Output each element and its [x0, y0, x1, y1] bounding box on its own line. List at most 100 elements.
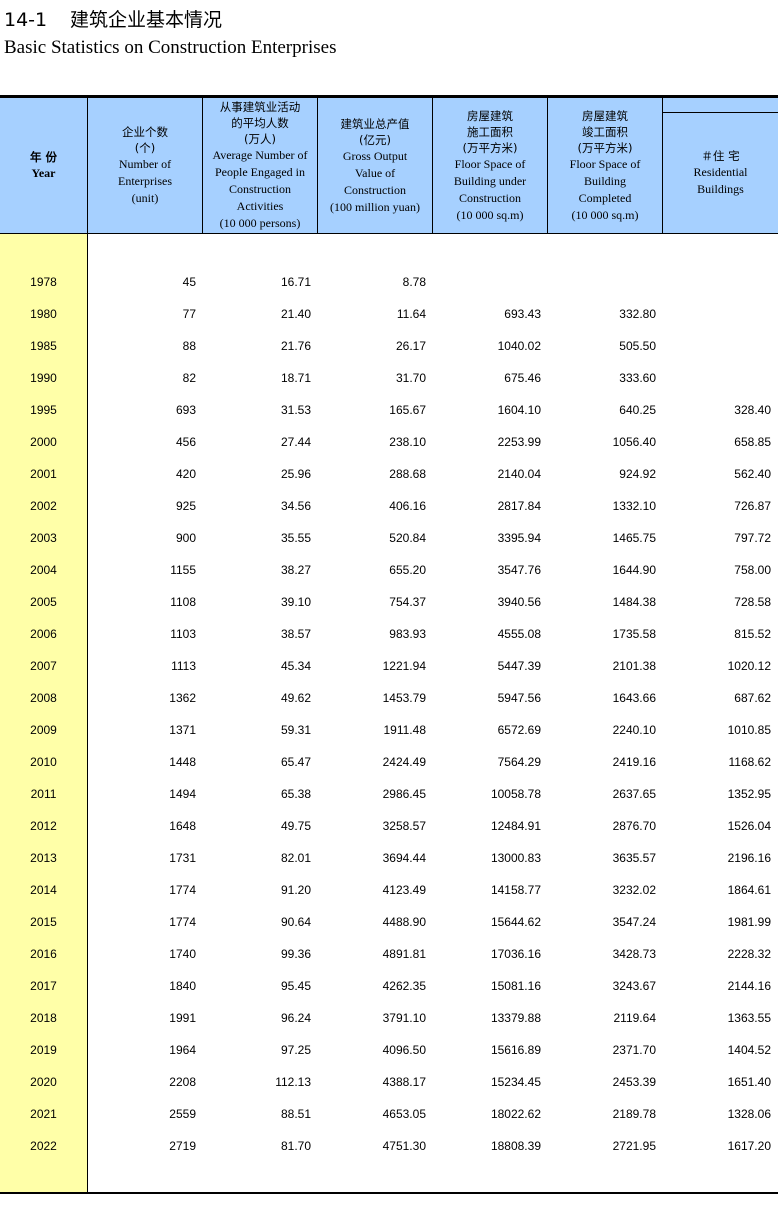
value-cell: 95.45	[280, 979, 311, 993]
value-cell: 1103	[170, 627, 196, 641]
value-cell: 2371.70	[612, 1043, 656, 1057]
header-cn-line: (个)	[134, 141, 156, 155]
table-row: 2016 1740 99.36 4891.81 17036.16 3428.73 2228.…	[0, 938, 778, 970]
table-row: 2015 1774 90.64 4488.90 15644.62 3547.24 1981.…	[0, 906, 778, 938]
value-cell: 1651.40	[727, 1075, 771, 1089]
value-cell: 2719	[169, 1139, 196, 1153]
year-cell: 2009	[30, 723, 57, 737]
table-row: 2018 1991 96.24 3791.10 13379.88 2119.64 1363.…	[0, 1002, 778, 1034]
value-cell: 758.00	[734, 563, 771, 577]
value-cell: 90.64	[280, 915, 311, 929]
value-cell: 4653.05	[382, 1107, 426, 1121]
value-cell: 26.17	[395, 339, 426, 353]
value-cell: 925	[175, 499, 196, 513]
value-cell: 4096.50	[382, 1043, 426, 1057]
value-cell: 1056.40	[612, 435, 656, 449]
header-en-line: (10 000 persons)	[219, 216, 301, 230]
value-cell: 726.87	[734, 499, 771, 513]
table-row: 2000 456 27.44 238.10 2253.99 1056.40 658.85	[0, 426, 778, 458]
header-cn-line: 竣工面积	[582, 124, 628, 139]
header-cn-line: (万平方米)	[577, 140, 633, 155]
value-cell: 1494	[169, 787, 196, 801]
value-cell: 34.56	[280, 499, 311, 513]
value-cell: 59.31	[280, 723, 311, 737]
year-cell: 2002	[30, 499, 57, 513]
value-cell: 238.10	[389, 435, 426, 449]
value-cell: 1010.85	[727, 723, 771, 737]
table-row: 2014 1774 91.20 4123.49 14158.77 3232.02 1864.…	[0, 874, 778, 906]
value-cell: 2637.65	[612, 787, 656, 801]
header-en-line: Floor Space of	[569, 156, 641, 171]
value-cell: 5447.39	[497, 659, 541, 673]
value-cell: 924.92	[619, 467, 656, 481]
value-cell: 7564.29	[497, 755, 541, 769]
table-row: 1980 77 21.40 11.64 693.43 332.80	[0, 298, 778, 330]
value-cell: 3635.57	[612, 851, 656, 865]
value-cell: 17036.16	[490, 947, 541, 961]
value-cell: 1448	[169, 755, 196, 769]
table-row: 2008 1362 49.62 1453.79 5947.56 1643.66 687.62	[0, 682, 778, 714]
year-cell: 2000	[30, 435, 57, 449]
value-cell: 3547.76	[497, 563, 541, 577]
header-cn-line: 从事建筑业活动	[219, 100, 301, 114]
value-cell: 27.44	[280, 435, 311, 449]
value-cell: 18808.39	[490, 1139, 541, 1153]
value-cell: 15081.16	[490, 979, 541, 993]
year-cell: 2016	[30, 947, 57, 961]
value-cell: 1643.66	[612, 691, 656, 705]
value-cell: 91.20	[280, 883, 311, 897]
header-en-line: Average Number of	[212, 148, 308, 162]
header-en-line: (10 000 sq.m)	[571, 207, 639, 222]
value-cell: 2721.95	[612, 1139, 656, 1153]
header-cn-line: (亿元)	[359, 132, 391, 147]
header-completed: 房屋建筑 竣工面积 (万平方米) Floor Space of Building Comp…	[548, 98, 663, 233]
value-cell: 2119.64	[613, 1011, 657, 1025]
header-cn-line: 房屋建筑	[582, 108, 628, 123]
value-cell: 1864.61	[727, 883, 771, 897]
value-cell	[663, 266, 771, 298]
value-cell: 112.13	[275, 1075, 311, 1089]
year-cell: 2001	[30, 467, 57, 481]
value-cell: 2140.04	[497, 467, 541, 481]
year-cell: 2017	[30, 979, 57, 993]
table-row: 2022 2719 81.70 4751.30 18808.39 2721.95 1617.…	[0, 1130, 778, 1162]
value-cell: 4751.30	[382, 1139, 426, 1153]
value-cell: 900	[175, 531, 196, 545]
value-cell: 2196.16	[727, 851, 771, 865]
table-bottom-rule	[0, 1192, 778, 1194]
table-number: 14-1	[4, 9, 48, 31]
value-cell: 1731	[169, 851, 196, 865]
value-cell: 1617.20	[727, 1139, 771, 1153]
year-cell: 2022	[30, 1139, 57, 1153]
value-cell: 2144.16	[727, 979, 771, 993]
value-cell: 406.16	[389, 499, 426, 513]
header-cell: 房屋建筑 施工面积 (万平方米) Floor Space of Building und…	[433, 98, 547, 233]
year-cell: 1990	[30, 371, 57, 385]
value-cell: 288.68	[389, 467, 426, 481]
value-cell: 520.84	[389, 531, 426, 545]
value-cell: 2424.49	[382, 755, 426, 769]
table-row: 2017 1840 95.45 4262.35 15081.16 3243.67 2144.…	[0, 970, 778, 1002]
value-cell: 1404.52	[727, 1043, 771, 1057]
table-row: 2021 2559 88.51 4653.05 18022.62 2189.78 1328.…	[0, 1098, 778, 1130]
value-cell: 1332.10	[612, 499, 656, 513]
value-cell: 2817.84	[497, 499, 541, 513]
value-cell: 1644.90	[612, 563, 656, 577]
residential-subheader-box	[662, 112, 778, 233]
value-cell: 82	[182, 371, 196, 385]
value-cell: 31.70	[395, 371, 426, 385]
value-cell: 797.72	[734, 531, 771, 545]
page-title-cn: 14-1 建筑企业基本情况	[4, 5, 222, 32]
table-row: 2003 900 35.55 520.84 3395.94 1465.75 797.72	[0, 522, 778, 554]
header-en-line: (100 million yuan)	[330, 199, 420, 214]
value-cell: 2240.10	[612, 723, 656, 737]
header-cn-line: 房屋建筑	[467, 108, 513, 123]
year-cell: 2007	[30, 659, 57, 673]
value-cell: 15616.89	[490, 1043, 541, 1057]
value-cell: 165.67	[389, 403, 426, 417]
header-cn-line: 施工面积	[467, 124, 513, 139]
value-cell: 2101.38	[612, 659, 656, 673]
value-cell: 13379.88	[490, 1011, 541, 1025]
value-cell: 21.76	[280, 339, 311, 353]
year-cell: 2006	[30, 627, 57, 641]
